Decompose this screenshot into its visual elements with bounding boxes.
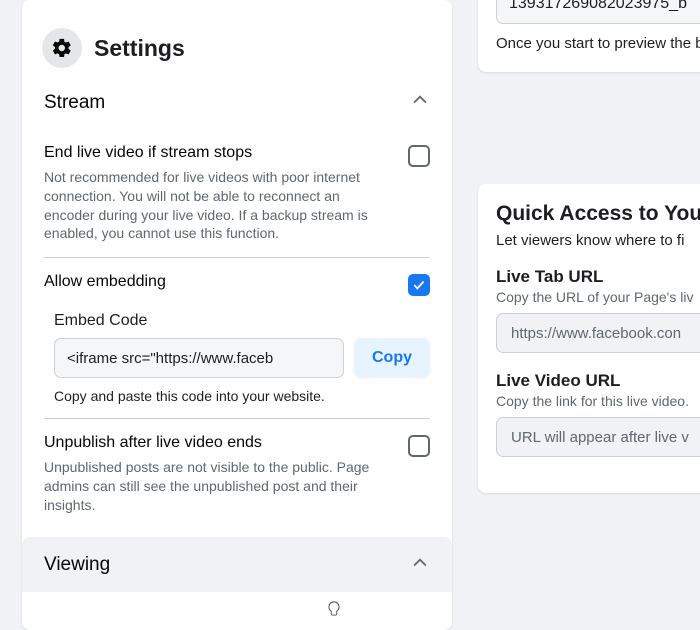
settings-title: Settings [94, 35, 185, 62]
preview-hint-text: Once you start to preview the br go live… [496, 34, 700, 54]
embed-code-hint: Copy and paste this code into your websi… [54, 388, 430, 404]
setting-allow-embedding: Allow embedding [22, 258, 452, 296]
settings-panel: Settings Stream End live video if stream… [22, 0, 452, 630]
live-tab-url-input[interactable]: https://www.facebook.con [496, 313, 700, 353]
unpublish-desc: Unpublished posts are not visible to the… [44, 458, 374, 515]
viewing-section-toggle[interactable]: Viewing [22, 537, 452, 592]
stream-key-panel: 139317269082023975_b Once you start to p… [478, 0, 700, 72]
allow-embedding-label: Allow embedding [44, 272, 166, 293]
unpublish-label: Unpublish after live video ends [44, 433, 374, 454]
end-if-stops-label: End live video if stream stops [44, 143, 374, 164]
live-tab-url-desc: Copy the URL of your Page's liv [496, 289, 700, 305]
quick-access-title: Quick Access to You [496, 202, 700, 226]
viewing-section-label: Viewing [44, 554, 110, 576]
settings-header: Settings [22, 16, 452, 74]
live-video-url-label: Live Video URL [496, 371, 700, 391]
end-if-stops-checkbox[interactable] [408, 145, 430, 167]
live-tab-url-block: Live Tab URL Copy the URL of your Page's… [496, 267, 700, 353]
live-video-url-input[interactable]: URL will appear after live v [496, 417, 700, 457]
viewing-section: Viewing [22, 537, 452, 592]
allow-embedding-checkbox[interactable] [408, 274, 430, 296]
setting-end-if-stops: End live video if stream stops Not recom… [22, 129, 452, 243]
stream-id-input[interactable]: 139317269082023975_b [496, 0, 700, 24]
chevron-up-icon [410, 553, 430, 578]
setting-unpublish: Unpublish after live video ends Unpublis… [22, 419, 452, 514]
live-video-url-block: Live Video URL Copy the link for this li… [496, 371, 700, 457]
embed-code-label: Embed Code [54, 312, 430, 330]
live-tab-url-label: Live Tab URL [496, 267, 700, 287]
embed-code-block: Embed Code Copy Copy and paste this code… [22, 296, 452, 404]
quick-access-subtitle: Let viewers know where to fi [496, 232, 700, 249]
chevron-up-icon [410, 90, 430, 115]
embed-code-input[interactable] [54, 338, 344, 378]
live-video-url-desc: Copy the link for this live video. [496, 393, 700, 409]
stream-section-label: Stream [44, 92, 105, 114]
copy-embed-button[interactable]: Copy [354, 338, 430, 378]
quick-access-panel: Quick Access to You Let viewers know whe… [478, 184, 700, 493]
stream-section-toggle[interactable]: Stream [22, 74, 452, 129]
unpublish-checkbox[interactable] [408, 435, 430, 457]
gear-icon [42, 28, 82, 68]
end-if-stops-desc: Not recommended for live videos with poo… [44, 168, 374, 244]
